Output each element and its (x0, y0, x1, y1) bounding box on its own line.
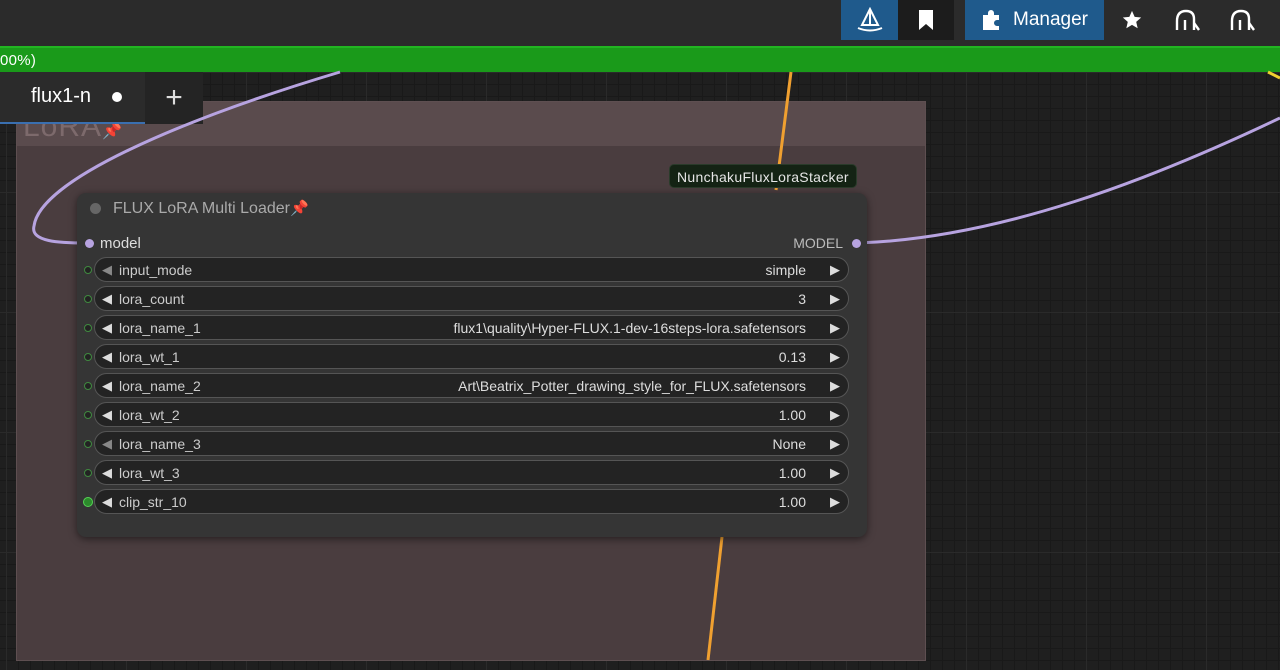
widget-name: lora_wt_2 (119, 407, 180, 423)
decrement-arrow-icon[interactable]: ◀ (102, 291, 112, 307)
widget-value: simple (765, 262, 806, 278)
widget-input-mode[interactable]: ◀ input_mode simple ▶ (84, 257, 849, 282)
unsaved-dot-icon (112, 92, 122, 102)
toolbar-left-group (841, 0, 954, 40)
widget-input-dot[interactable] (84, 266, 92, 274)
manager-label: Manager (1013, 9, 1088, 30)
widget-value: flux1\quality\Hyper-FLUX.1-dev-16steps-l… (453, 320, 807, 336)
widget-name: lora_name_1 (119, 320, 201, 336)
widget-name: input_mode (119, 262, 193, 278)
widget-input-dot[interactable] (84, 440, 92, 448)
node-graph-icon (1230, 9, 1255, 31)
widget-input-dot[interactable] (84, 411, 92, 419)
increment-arrow-icon[interactable]: ▶ (830, 407, 840, 423)
tab-flux1-n[interactable]: flux1-n (0, 72, 145, 124)
workflow-tabs: flux1-n + (0, 72, 203, 124)
widget-input-dot[interactable] (84, 353, 92, 361)
top-toolbar: Manager (0, 0, 1280, 46)
increment-arrow-icon[interactable]: ▶ (830, 349, 840, 365)
manager-button[interactable]: Manager (965, 0, 1104, 40)
increment-arrow-icon[interactable]: ▶ (830, 494, 840, 510)
widget-value: 1.00 (778, 494, 806, 510)
widget-input-dot[interactable] (83, 497, 93, 507)
widget-clip-str-10[interactable]: ◀ clip_str_10 1.00 ▶ (83, 489, 849, 514)
pin-icon: 📌 (289, 200, 309, 217)
node-tool-button-1[interactable] (1159, 0, 1214, 40)
new-tab-button[interactable]: + (145, 72, 203, 124)
decrement-arrow-icon[interactable]: ◀ (102, 407, 112, 423)
widget-input-dot[interactable] (84, 295, 92, 303)
widget-input-dot[interactable] (84, 469, 92, 477)
model-input-slot[interactable] (85, 239, 94, 248)
widget-value: 3 (798, 291, 806, 307)
node-title: FLUX LoRA Multi Loader📌 (113, 199, 309, 218)
tab-label: flux1-n (31, 85, 92, 107)
collapse-toggle-icon[interactable] (90, 203, 101, 214)
decrement-arrow-icon[interactable]: ◀ (102, 436, 112, 452)
decrement-arrow-icon[interactable]: ◀ (102, 465, 112, 481)
star-icon (1122, 10, 1141, 29)
widget-name: lora_wt_3 (119, 465, 180, 481)
widget-lora-wt-3[interactable]: ◀ lora_wt_3 1.00 ▶ (84, 460, 849, 485)
queue-progress-bar: 00%) (0, 46, 1280, 72)
toolbar-right-group: Manager (965, 0, 1269, 40)
decrement-arrow-icon[interactable]: ◀ (102, 494, 112, 510)
widget-lora-name-3[interactable]: ◀ lora_name_3 None ▶ (84, 431, 849, 456)
increment-arrow-icon[interactable]: ▶ (830, 291, 840, 307)
increment-arrow-icon[interactable]: ▶ (830, 465, 840, 481)
widget-lora-name-2[interactable]: ◀ lora_name_2 Art\Beatrix_Potter_drawing… (84, 373, 849, 398)
progress-text: 00%) (0, 52, 37, 69)
increment-arrow-icon[interactable]: ▶ (830, 378, 840, 394)
decrement-arrow-icon[interactable]: ◀ (102, 320, 112, 336)
model-output-slot[interactable] (852, 239, 861, 248)
widget-value: 1.00 (778, 407, 806, 423)
bookmark-icon (919, 10, 933, 30)
widget-name: lora_wt_1 (119, 349, 180, 365)
widget-value: None (772, 436, 806, 452)
pin-icon: 📌 (102, 123, 123, 140)
comfy-logo-button[interactable] (841, 0, 898, 40)
flux-lora-multi-loader-node[interactable]: FLUX LoRA Multi Loader📌 model MODEL ◀ in… (77, 193, 867, 537)
widget-name: lora_count (119, 291, 185, 307)
ship-icon (857, 7, 882, 32)
decrement-arrow-icon[interactable]: ◀ (102, 378, 112, 394)
bookmark-button[interactable] (898, 0, 954, 40)
node-type-badge: NunchakuFluxLoraStacker (669, 164, 857, 188)
widget-name: lora_name_3 (119, 436, 201, 452)
decrement-arrow-icon[interactable]: ◀ (102, 349, 112, 365)
increment-arrow-icon[interactable]: ▶ (830, 262, 840, 278)
widget-name: lora_name_2 (119, 378, 201, 394)
increment-arrow-icon[interactable]: ▶ (830, 436, 840, 452)
widget-value: 0.13 (778, 349, 806, 365)
decrement-arrow-icon[interactable]: ◀ (102, 262, 112, 278)
widget-lora-count[interactable]: ◀ lora_count 3 ▶ (84, 286, 849, 311)
favorites-button[interactable] (1104, 0, 1159, 40)
widget-lora-wt-1[interactable]: ◀ lora_wt_1 0.13 ▶ (84, 344, 849, 369)
model-input-label: model (100, 235, 141, 252)
model-output-label: MODEL (793, 235, 843, 251)
widget-value: 1.00 (778, 465, 806, 481)
node-tool-button-2[interactable] (1214, 0, 1269, 40)
widget-lora-wt-2[interactable]: ◀ lora_wt_2 1.00 ▶ (84, 402, 849, 427)
node-title-text: FLUX LoRA Multi Loader (113, 200, 290, 217)
widget-input-dot[interactable] (84, 382, 92, 390)
widget-name: clip_str_10 (119, 494, 187, 510)
node-graph-icon (1175, 9, 1200, 31)
widget-input-dot[interactable] (84, 324, 92, 332)
puzzle-icon (983, 10, 999, 30)
widget-value: Art\Beatrix_Potter_drawing_style_for_FLU… (458, 378, 806, 394)
widget-lora-name-1[interactable]: ◀ lora_name_1 flux1\quality\Hyper-FLUX.1… (84, 315, 849, 340)
increment-arrow-icon[interactable]: ▶ (830, 320, 840, 336)
